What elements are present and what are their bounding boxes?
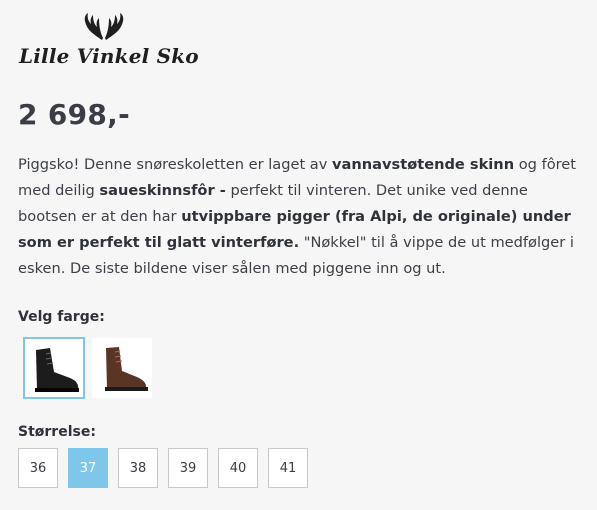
brand-name: Lille Vinkel Sko xyxy=(19,44,199,68)
size-picker-label: Størrelse: xyxy=(18,424,96,440)
color-swatches xyxy=(23,337,152,399)
description-segment: saueskinnsfôr - xyxy=(99,182,226,199)
product-price: 2 698,- xyxy=(18,98,131,131)
product-description: Piggsko! Denne snøreskoletten er laget a… xyxy=(18,152,578,282)
boot-thumbnail-brown xyxy=(105,347,148,391)
boot-thumbnail-black xyxy=(35,348,79,392)
antlers-icon xyxy=(84,13,124,40)
color-swatch-brown[interactable] xyxy=(92,338,152,398)
size-option-41[interactable]: 41 xyxy=(268,448,308,488)
size-option-40[interactable]: 40 xyxy=(218,448,258,488)
description-segment: Piggsko! Denne snøreskoletten er laget a… xyxy=(18,156,333,173)
size-options: 36 37 38 39 40 41 xyxy=(18,448,308,488)
size-option-37[interactable]: 37 xyxy=(68,448,108,488)
color-swatch-black[interactable] xyxy=(23,337,85,399)
brand-logo[interactable]: Lille Vinkel Sko xyxy=(19,10,199,76)
size-option-39[interactable]: 39 xyxy=(168,448,208,488)
color-picker-label: Velg farge: xyxy=(18,309,105,325)
size-option-36[interactable]: 36 xyxy=(18,448,58,488)
size-option-38[interactable]: 38 xyxy=(118,448,158,488)
description-segment: vannavstøtende skinn xyxy=(332,156,515,173)
